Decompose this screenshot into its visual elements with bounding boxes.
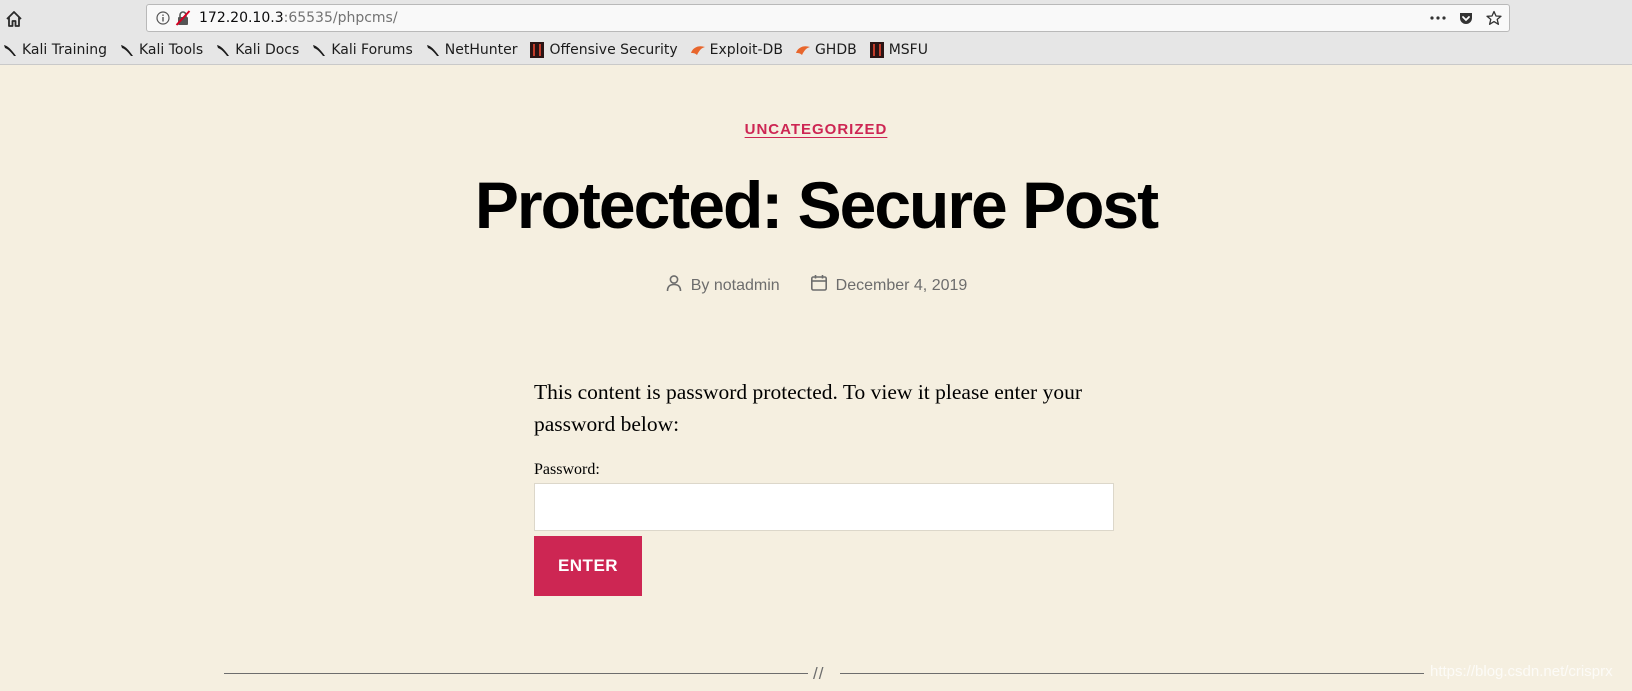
date-link[interactable]: December 4, 2019 [836,277,968,295]
bookmark-label: Exploit-DB [709,42,783,58]
browser-toolbar: 172.20.10.3:65535/phpcms/ Kali Training … [0,0,1632,65]
bookmark-exploit-db[interactable]: Exploit-DB [690,42,783,58]
kali-dragon-icon [425,42,441,58]
bookmark-offensive-security[interactable]: Offensive Security [529,42,678,58]
bookmark-msfu[interactable]: MSFU [869,42,928,58]
bookmark-label: Offensive Security [549,42,678,58]
bookmarks-toolbar: Kali Training Kali Tools Kali Docs Kali … [2,38,940,62]
bookmark-star-icon[interactable] [1483,8,1505,28]
separator-line-left [224,673,808,674]
bookmark-label: GHDB [814,42,857,58]
exploit-db-icon [690,42,706,58]
author-link[interactable]: notadmin [714,277,780,294]
post-author: By notadmin [665,274,780,297]
author-prefix: By [690,276,710,294]
url-text: 172.20.10.3:65535/phpcms/ [199,10,398,26]
post-meta: By notadmin December 4, 2019 [0,274,1632,297]
pocket-icon[interactable] [1455,8,1477,28]
kali-dragon-icon [2,42,18,58]
category-link[interactable]: UNCATEGORIZED [745,121,888,138]
separator-line-right [840,673,1424,674]
calendar-icon [810,274,828,297]
bookmark-label: Kali Forums [331,42,413,58]
watermark: https://blog.csdn.net/crisprx [1430,663,1613,680]
bookmark-kali-tools[interactable]: Kali Tools [119,42,203,58]
kali-dragon-icon [215,42,231,58]
bookmark-label: Kali Tools [138,42,204,58]
bookmark-kali-training[interactable]: Kali Training [2,42,107,58]
bookmark-ghdb[interactable]: GHDB [795,42,857,58]
enter-button[interactable]: ENTER [534,536,642,596]
bookmark-nethunter[interactable]: NetHunter [425,42,518,58]
insecure-lock-icon[interactable] [175,10,191,26]
more-icon[interactable] [1427,8,1449,28]
url-path: :65535/phpcms/ [283,10,398,26]
post-title: Protected: Secure Post [474,168,1159,242]
password-protected-message: This content is password protected. To v… [534,380,1082,436]
kali-dragon-icon [119,42,135,58]
exploit-db-icon [795,42,811,58]
bookmark-kali-docs[interactable]: Kali Docs [215,42,299,58]
kali-dragon-icon [311,42,327,58]
info-icon[interactable] [156,11,170,25]
post-date: December 4, 2019 [810,274,968,297]
user-icon [665,274,683,297]
offsec-icon [529,42,545,58]
bookmark-label: NetHunter [444,42,518,58]
bookmark-label: Kali Training [22,42,107,58]
offsec-icon [869,42,885,58]
password-label: Password: [534,461,600,478]
url-host: 172.20.10.3 [199,10,284,26]
bookmark-label: Kali Docs [235,42,300,58]
bookmark-label: MSFU [888,42,928,58]
separator-mark: // [813,664,825,683]
address-bar[interactable]: 172.20.10.3:65535/phpcms/ [146,4,1510,32]
post-category: UNCATEGORIZED [0,121,1632,139]
home-icon[interactable] [3,8,25,30]
password-input[interactable] [534,483,1114,531]
bookmark-kali-forums[interactable]: Kali Forums [311,42,413,58]
